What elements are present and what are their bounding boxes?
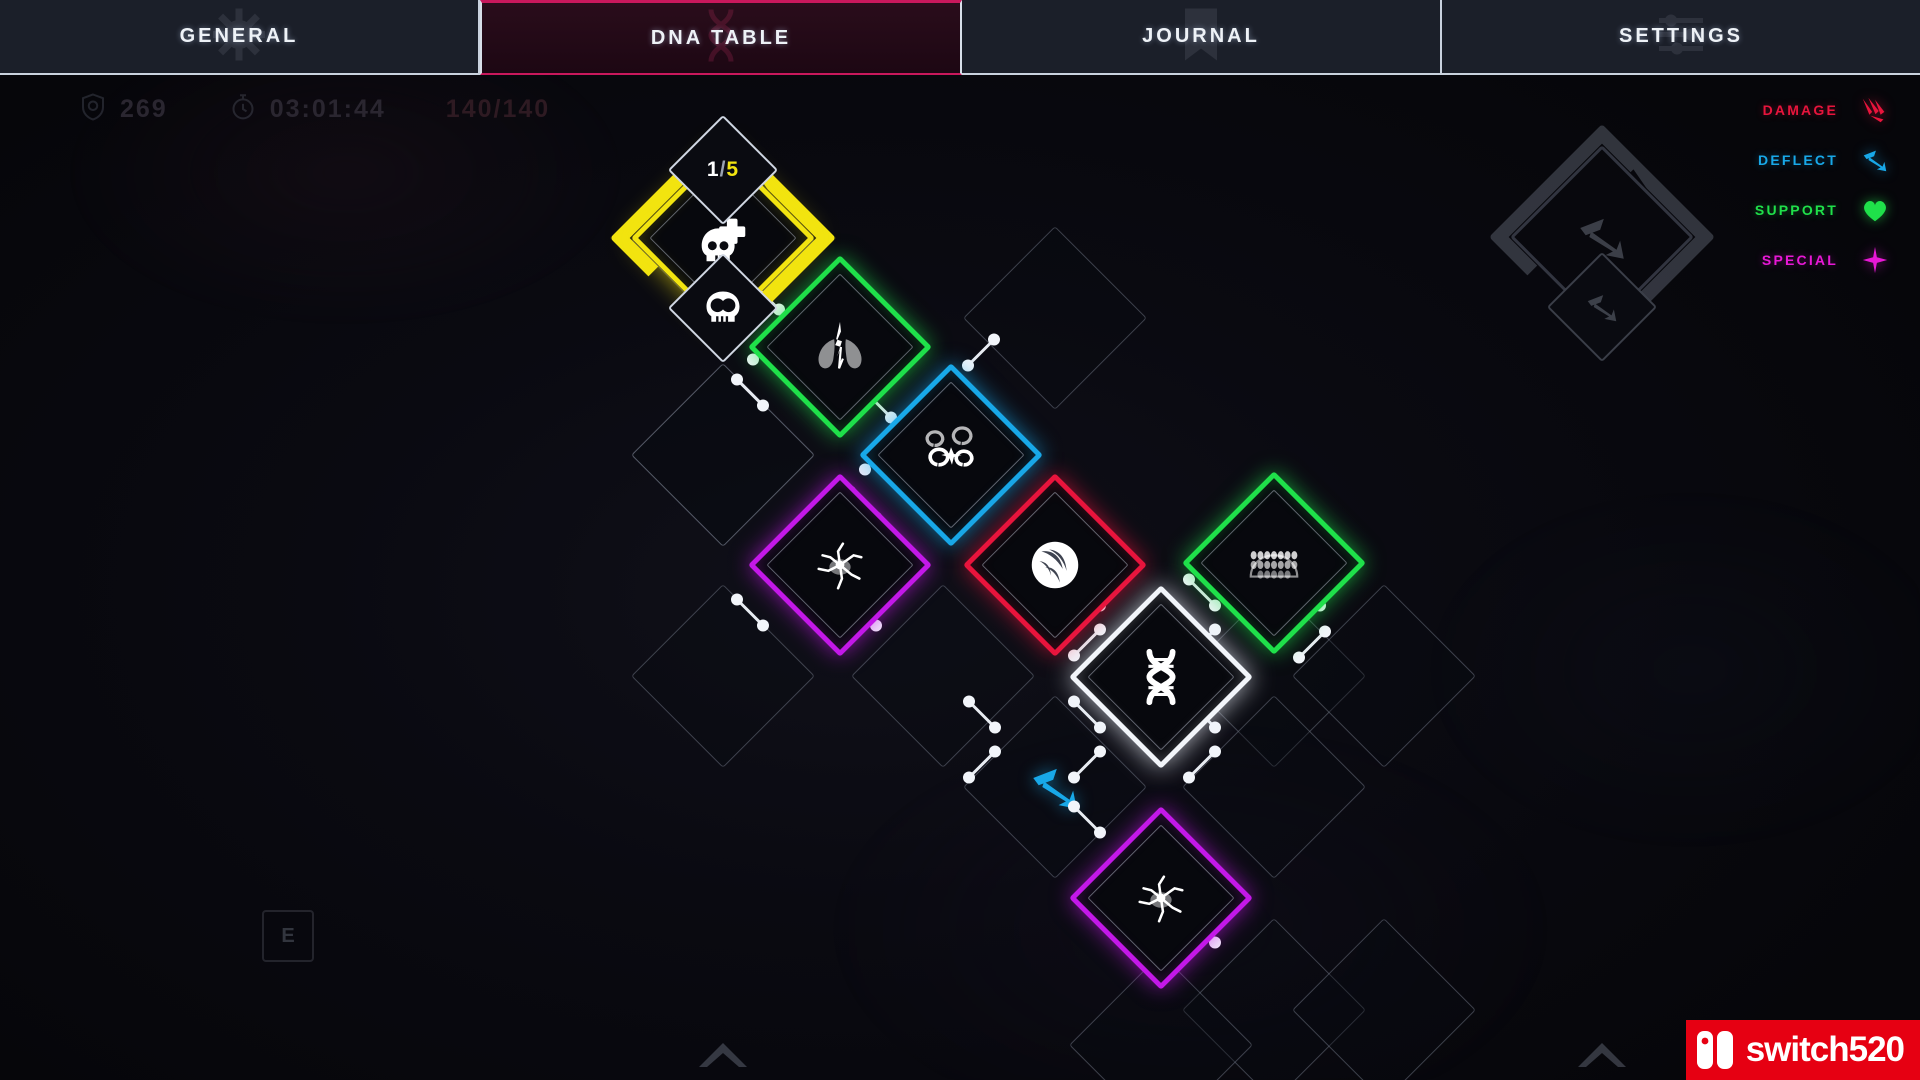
stopwatch-icon bbox=[228, 92, 258, 127]
node-connector bbox=[727, 370, 773, 421]
node-claw-red[interactable] bbox=[963, 473, 1147, 657]
tab-settings[interactable]: SETTINGS bbox=[1442, 0, 1920, 75]
shield-currency-icon bbox=[78, 92, 108, 127]
node-rank-text: 1/5 bbox=[707, 158, 739, 182]
tab-dna-table[interactable]: DNA TABLE bbox=[480, 0, 962, 75]
legend-label: SPECIAL bbox=[1761, 252, 1838, 268]
legend-label: DAMAGE bbox=[1762, 102, 1838, 118]
hud-health-value: 140/140 bbox=[445, 95, 551, 123]
node-dome-green[interactable] bbox=[1182, 471, 1366, 655]
watermark: switch520 bbox=[1685, 1020, 1920, 1080]
hud-currency-value: 269 bbox=[120, 95, 168, 123]
node-connector bbox=[959, 692, 1005, 743]
empty-slot[interactable] bbox=[1292, 918, 1476, 1080]
deflect-arrow-icon bbox=[1860, 145, 1890, 175]
tab-label: JOURNAL bbox=[1142, 25, 1260, 47]
dna-table-screen: GENERAL DNA TABLE JOURNAL SETTINGS 269 03:0… bbox=[0, 0, 1920, 1080]
legend-row-damage: DAMAGE bbox=[1755, 95, 1890, 125]
node-nerve-purple-2[interactable] bbox=[1069, 806, 1253, 990]
nerve-bolt-icon bbox=[1126, 863, 1196, 933]
hex-dome-icon bbox=[1239, 528, 1309, 598]
nav-chevron-right[interactable] bbox=[1572, 1037, 1632, 1076]
category-legend: DAMAGE DEFLECT SUPPORT SPECIAL bbox=[1755, 95, 1890, 275]
hud-stats: 269 03:01:44 140/140 bbox=[78, 92, 550, 127]
nerve-bolt-icon bbox=[805, 530, 875, 600]
node-connector bbox=[1064, 742, 1110, 793]
node-ghost-preview[interactable] bbox=[1537, 172, 1667, 363]
empty-slot[interactable] bbox=[1292, 584, 1476, 768]
node-rank-current: 1 bbox=[706, 158, 720, 181]
nintendo-switch-logo-icon bbox=[1685, 1020, 1744, 1080]
lungs-crack-icon bbox=[805, 312, 875, 382]
tab-label: GENERAL bbox=[179, 25, 299, 47]
tab-label: SETTINGS bbox=[1618, 25, 1743, 47]
node-connector bbox=[958, 330, 1004, 381]
node-rank-badge: 1/5 bbox=[667, 114, 779, 226]
claw-moon-icon bbox=[1020, 530, 1090, 600]
tab-label: DNA TABLE bbox=[650, 26, 792, 49]
hint-key-e: E bbox=[262, 910, 314, 962]
heart-icon bbox=[1860, 195, 1890, 225]
hud-currency: 269 bbox=[78, 92, 168, 127]
dna-helix-icon bbox=[1126, 642, 1196, 712]
legend-row-deflect: DEFLECT bbox=[1755, 145, 1890, 175]
hint-key-label: E bbox=[281, 924, 295, 947]
node-connector bbox=[1179, 742, 1225, 793]
node-sub-slot bbox=[1546, 251, 1658, 363]
slash-damage-icon bbox=[1860, 95, 1890, 125]
skull-icon bbox=[700, 285, 746, 331]
legend-label: DEFLECT bbox=[1758, 152, 1838, 168]
empty-slot[interactable] bbox=[1069, 953, 1253, 1080]
empty-slot[interactable] bbox=[963, 226, 1147, 410]
legend-row-special: SPECIAL bbox=[1755, 245, 1890, 275]
empty-slot[interactable] bbox=[1182, 695, 1366, 879]
watermark-text: switch520 bbox=[1745, 1030, 1905, 1069]
ricochet-icon bbox=[916, 420, 986, 490]
nav-chevron-left[interactable] bbox=[693, 1037, 753, 1076]
legend-row-support: SUPPORT bbox=[1755, 195, 1890, 225]
main-tab-bar: GENERAL DNA TABLE JOURNAL SETTINGS bbox=[0, 0, 1920, 75]
tab-general[interactable]: GENERAL bbox=[0, 0, 480, 75]
node-frame bbox=[1292, 918, 1476, 1080]
node-connector bbox=[727, 590, 773, 641]
legend-label: SUPPORT bbox=[1754, 202, 1838, 218]
node-dna-core[interactable] bbox=[1069, 585, 1253, 769]
hud-health: 140/140 bbox=[446, 95, 550, 124]
node-connector bbox=[959, 742, 1005, 793]
tab-journal[interactable]: JOURNAL bbox=[962, 0, 1442, 75]
node-rank-max: 5 bbox=[726, 158, 740, 181]
node-skull-selected[interactable]: 1/5 bbox=[658, 114, 788, 364]
hud-timer: 03:01:44 bbox=[228, 92, 386, 127]
deflect-arrow-icon bbox=[1579, 284, 1625, 330]
sparkle-plus-icon bbox=[1860, 245, 1890, 275]
node-sub-slot[interactable] bbox=[667, 252, 779, 364]
hud-timer-value: 03:01:44 bbox=[269, 95, 386, 123]
node-nerve-purple[interactable] bbox=[748, 473, 932, 657]
